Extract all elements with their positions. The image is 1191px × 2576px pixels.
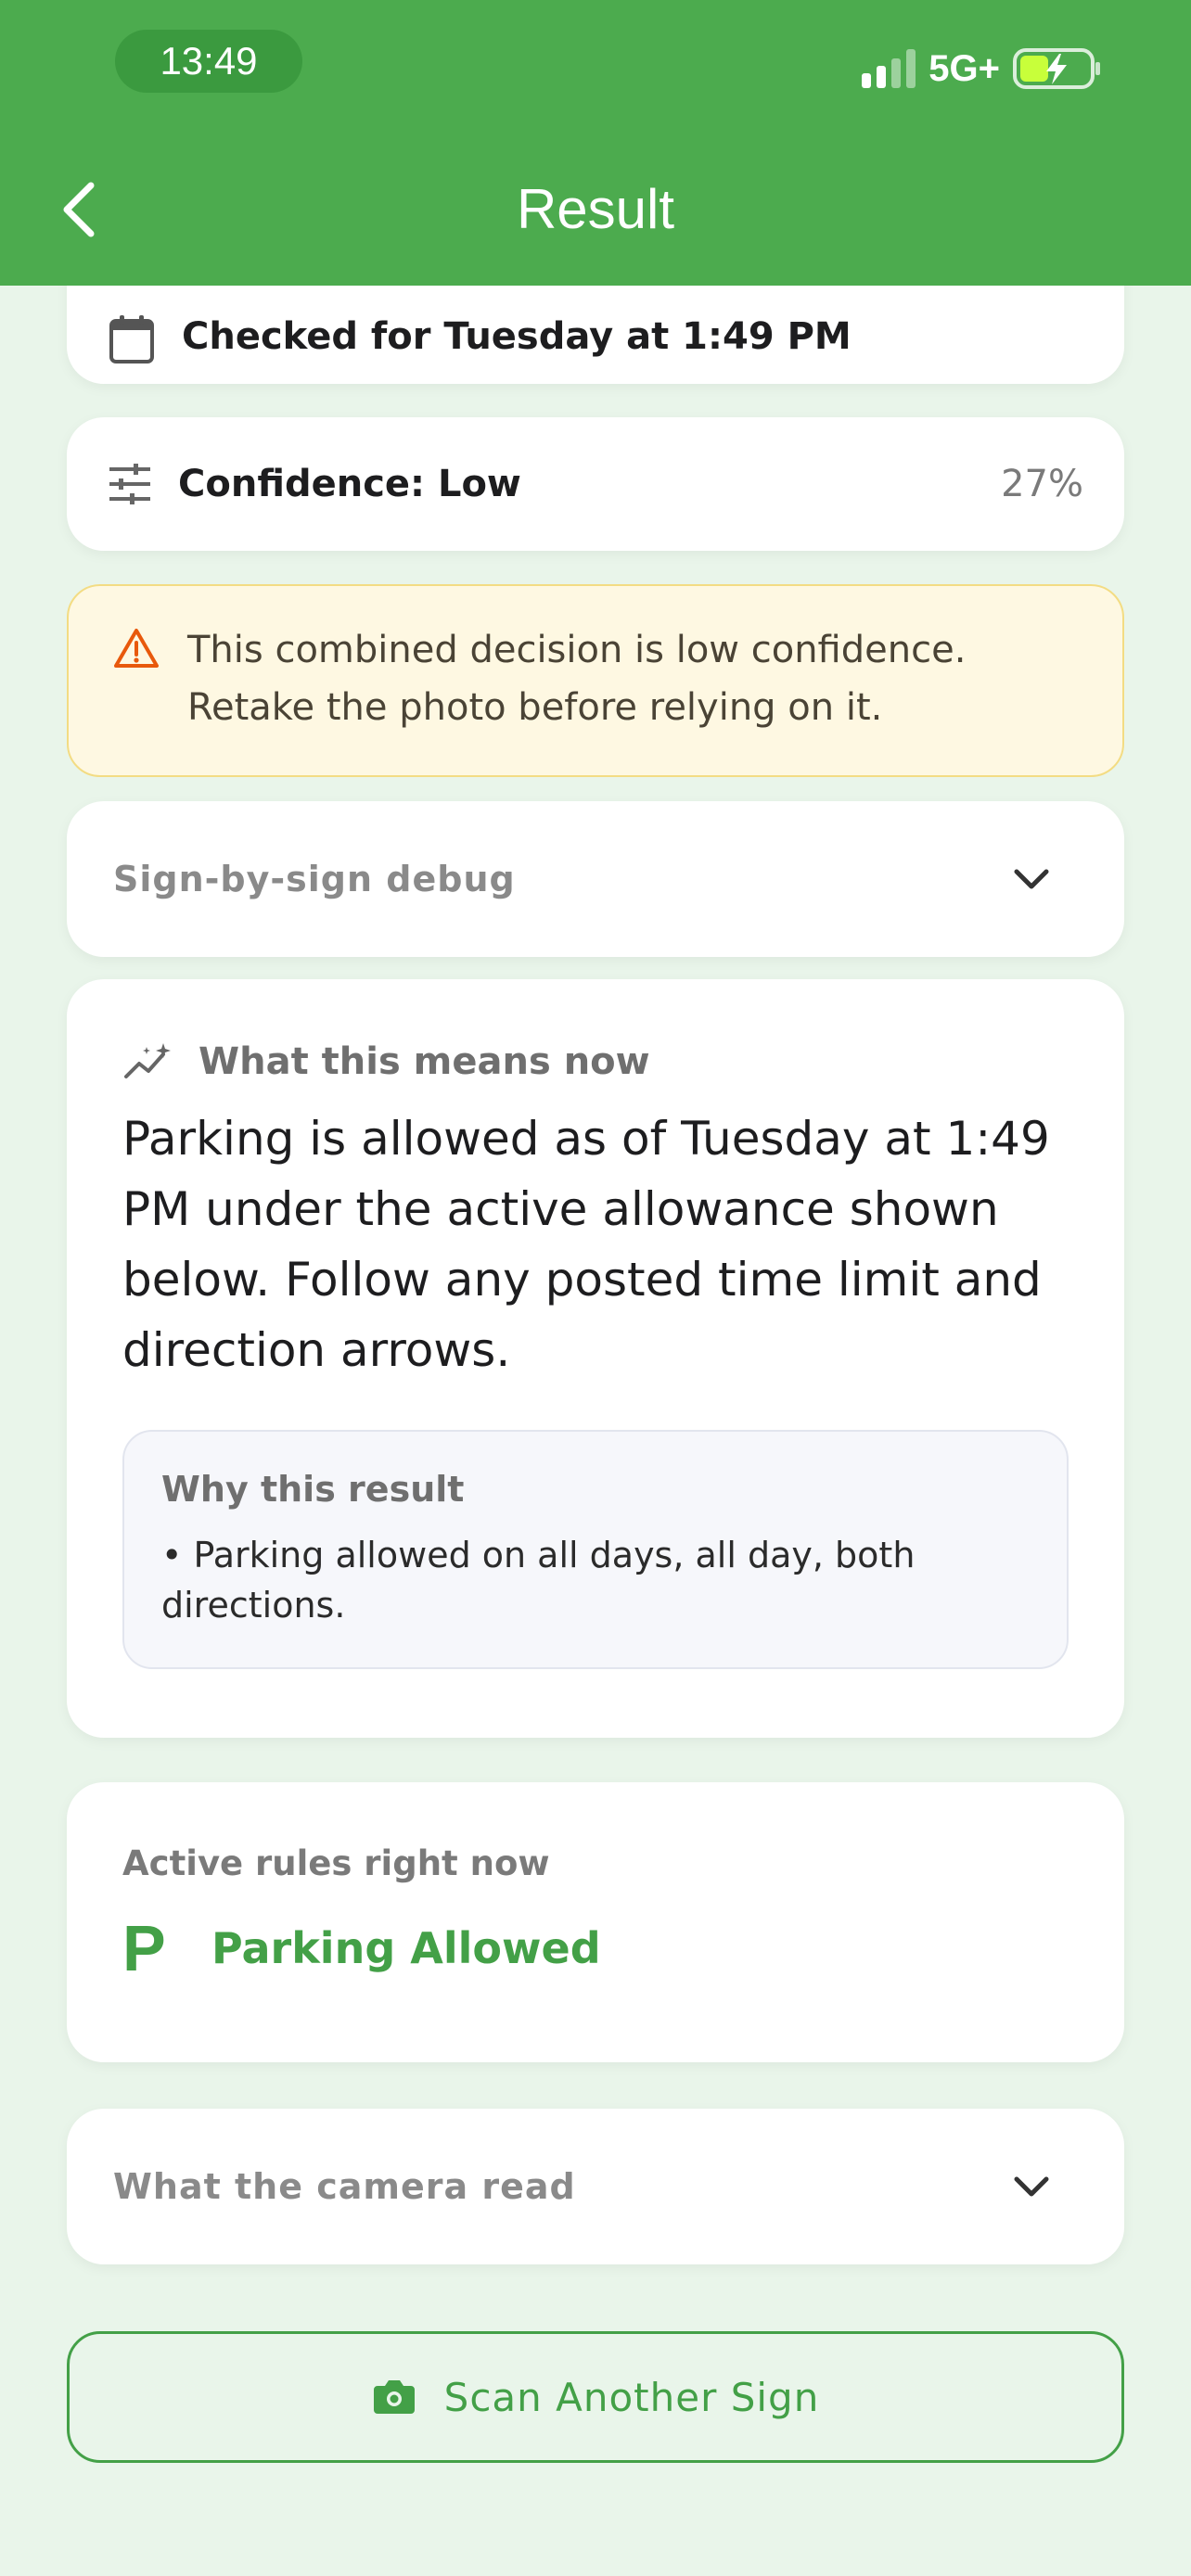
- warning-triangle-icon: [114, 629, 159, 668]
- active-rule-text: Parking Allowed: [211, 1923, 601, 1973]
- camera-read-collapsible[interactable]: What the camera read: [67, 2109, 1124, 2264]
- meaning-card: What this means now Parking is allowed a…: [67, 979, 1124, 1738]
- top-bar: 13:49 5G+ Result: [0, 0, 1191, 286]
- low-confidence-warning: This combined decision is low confidence…: [67, 584, 1124, 777]
- signal-icon: [862, 49, 916, 88]
- scan-another-sign-button[interactable]: Scan Another Sign: [67, 2331, 1124, 2463]
- camera-read-label: What the camera read: [113, 2166, 576, 2207]
- why-result-item: • Parking allowed on all days, all day, …: [161, 1535, 916, 1626]
- calendar-icon: [109, 315, 154, 363]
- status-icons: 5G+: [862, 41, 1102, 96]
- sliders-icon: [109, 464, 150, 504]
- active-rules-card: Active rules right now P Parking Allowed: [67, 1782, 1124, 2062]
- meaning-label: What this means now: [198, 1040, 650, 1083]
- debug-label: Sign-by-sign debug: [113, 859, 516, 899]
- confidence-percent: 27%: [1001, 463, 1083, 505]
- camera-icon: [373, 2380, 415, 2414]
- meaning-header: What this means now: [122, 1040, 1069, 1083]
- trend-sparkle-icon: [124, 1043, 171, 1078]
- parking-p-icon: P: [122, 1912, 166, 1984]
- checked-time-text: Checked for Tuesday at 1:49 PM: [182, 315, 852, 358]
- warning-line-2: Retake the photo before relying on it.: [187, 686, 883, 729]
- confidence-card: Confidence: Low 27%: [67, 417, 1124, 551]
- chevron-down-icon: [1014, 2176, 1049, 2197]
- why-result-box: Why this result • Parking allowed on all…: [122, 1430, 1069, 1669]
- network-label: 5G+: [928, 47, 1000, 89]
- active-rules-label: Active rules right now: [122, 1843, 550, 1883]
- scan-button-label: Scan Another Sign: [443, 2374, 820, 2420]
- chevron-down-icon: [1014, 869, 1049, 889]
- battery-charging-icon: [1013, 48, 1100, 89]
- active-rule-row: P Parking Allowed: [122, 1911, 1069, 1985]
- warning-text: This combined decision is low confidence…: [187, 621, 966, 736]
- page-title: Result: [516, 178, 675, 240]
- status-time: 13:49: [115, 30, 302, 93]
- debug-collapsible[interactable]: Sign-by-sign debug: [67, 801, 1124, 957]
- warning-line-1: This combined decision is low confidence…: [187, 629, 967, 671]
- meaning-text: Parking is allowed as of Tuesday at 1:49…: [122, 1112, 1050, 1377]
- confidence-label: Confidence: Low: [178, 463, 521, 505]
- why-result-title: Why this result: [161, 1469, 465, 1510]
